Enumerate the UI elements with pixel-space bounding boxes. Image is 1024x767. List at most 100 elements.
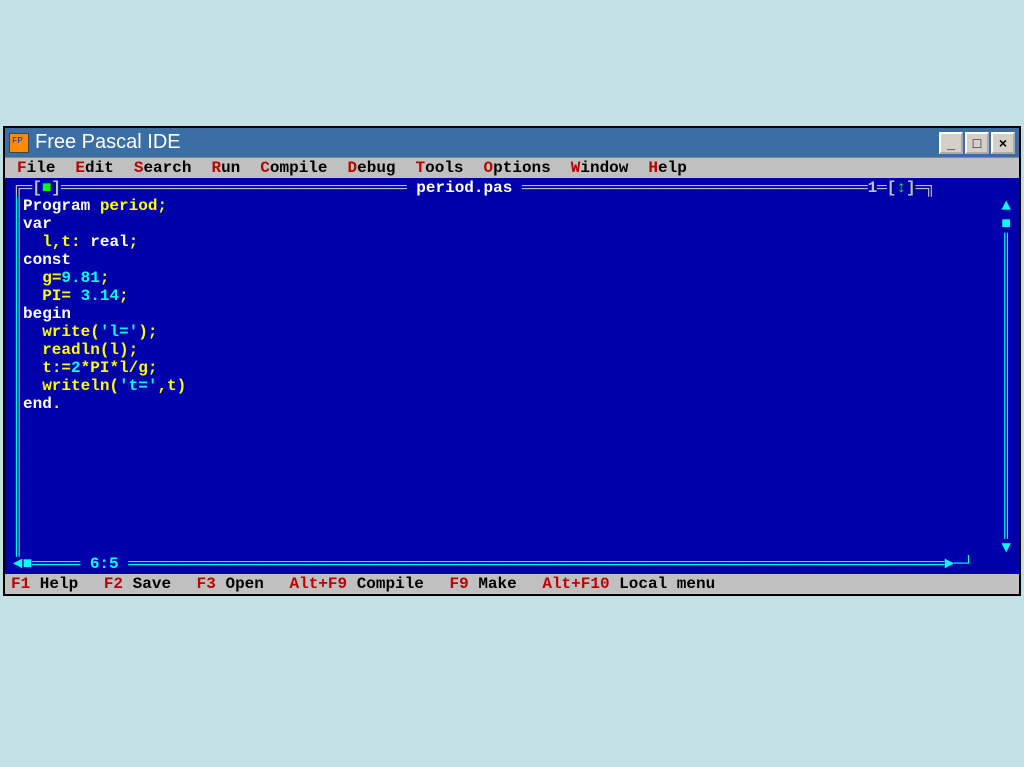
code-token-ident: g <box>138 359 148 377</box>
editor-frame: ╔═[■]═══════════════════════════════════… <box>5 178 1019 574</box>
scroll-left-icon[interactable]: ◄■ <box>13 555 32 573</box>
close-button[interactable]: × <box>991 132 1015 154</box>
status-label: Make <box>469 575 517 593</box>
status-label: Help <box>30 575 78 593</box>
menu-hotkey: O <box>484 159 494 177</box>
code-token-ident: l <box>119 359 129 377</box>
title-bar[interactable]: Free Pascal IDE _ □ × <box>5 128 1019 158</box>
code-token-punct: = <box>52 269 62 287</box>
editor-status-frame: ◄■═════ 6:5 ════════════════════════════… <box>13 555 1011 573</box>
menu-item-options[interactable]: Options <box>474 159 561 177</box>
code-token-punct: ; <box>129 233 139 251</box>
menu-item-help[interactable]: Help <box>638 159 696 177</box>
maximize-button[interactable]: □ <box>965 132 989 154</box>
code-token-kw: end <box>23 395 52 413</box>
code-token-punct: ) <box>177 377 187 395</box>
scroll-right-icon[interactable]: ►─┘ <box>944 555 973 573</box>
menu-label-rest: ile <box>27 159 56 177</box>
cursor-position: 6:5 <box>90 555 119 573</box>
status-shortcut-f1[interactable]: F1 Help <box>7 575 82 593</box>
menu-hotkey: S <box>134 159 144 177</box>
editor-title-frame: ╔═[■]═══════════════════════════════════… <box>13 179 1011 197</box>
status-shortcut-f2[interactable]: F2 Save <box>100 575 175 593</box>
window-controls: _ □ × <box>939 132 1015 154</box>
code-token-ident: PI <box>23 287 61 305</box>
code-line[interactable]: writeln('t=',t) <box>23 377 1001 395</box>
code-line[interactable]: end. <box>23 395 1001 413</box>
status-bar: F1 Help F2 Save F3 Open Alt+F9 Compile F… <box>5 574 1019 594</box>
code-line[interactable]: g=9.81; <box>23 269 1001 287</box>
code-token-ident: t <box>61 233 71 251</box>
app-window: Free Pascal IDE _ □ × FileEditSearchRunC… <box>3 126 1021 596</box>
code-token-kw: var <box>23 215 52 233</box>
code-token-punct: . <box>52 395 62 413</box>
status-label: Save <box>123 575 171 593</box>
close-marker-icon[interactable]: ■ <box>42 179 52 197</box>
status-key: F1 <box>11 575 30 593</box>
code-line[interactable]: readln(l); <box>23 341 1001 359</box>
code-token-punct: = <box>61 287 80 305</box>
menu-item-edit[interactable]: Edit <box>65 159 123 177</box>
code-token-punct: ; <box>148 359 158 377</box>
code-token-punct: ); <box>119 341 138 359</box>
code-token-ident: l <box>109 341 119 359</box>
status-label: Local menu <box>610 575 716 593</box>
code-line[interactable]: l,t: real; <box>23 233 1001 251</box>
status-label: Compile <box>347 575 424 593</box>
code-line[interactable]: write('l='); <box>23 323 1001 341</box>
code-token-kw: real <box>90 233 128 251</box>
code-token-num: 2 <box>71 359 81 377</box>
code-editor[interactable]: Program period;var l,t: real;const g=9.8… <box>23 197 1001 555</box>
code-token-kw: begin <box>23 305 71 323</box>
minimize-button[interactable]: _ <box>939 132 963 154</box>
code-token-ident: write <box>23 323 90 341</box>
code-token-punct: ( <box>90 323 100 341</box>
code-token-ident: writeln <box>23 377 109 395</box>
frame-left-border: ║║║║║║║║║║║║║║║║║║║║ <box>13 197 23 556</box>
code-line[interactable]: PI= 3.14; <box>23 287 1001 305</box>
menu-item-run[interactable]: Run <box>201 159 250 177</box>
code-token-punct: ( <box>109 377 119 395</box>
status-shortcut-alt-f9[interactable]: Alt+F9 Compile <box>285 575 427 593</box>
code-token-kw: Program <box>23 197 100 215</box>
status-label: Open <box>216 575 264 593</box>
menu-hotkey: C <box>260 159 270 177</box>
code-line[interactable]: begin <box>23 305 1001 323</box>
menu-label-rest: ptions <box>493 159 551 177</box>
menu-item-tools[interactable]: Tools <box>406 159 474 177</box>
status-key: F9 <box>450 575 469 593</box>
editor-scrollbar-vertical[interactable]: ▲■║║║║║║║║║║║║║║║║║▼ <box>1001 197 1011 556</box>
menu-label-rest: elp <box>658 159 687 177</box>
status-shortcut-f3[interactable]: F3 Open <box>193 575 268 593</box>
code-token-ident: readln <box>23 341 100 359</box>
code-token-punct: * <box>81 359 91 377</box>
menu-item-search[interactable]: Search <box>124 159 202 177</box>
maximize-marker-icon[interactable]: ↕ <box>896 179 906 197</box>
menu-label-rest: ebug <box>357 159 395 177</box>
menu-label-rest: dit <box>85 159 114 177</box>
menu-label-rest: un <box>221 159 240 177</box>
menu-label-rest: ompile <box>270 159 328 177</box>
code-line[interactable]: t:=2*PI*l/g; <box>23 359 1001 377</box>
menu-label-rest: ools <box>425 159 463 177</box>
code-token-num: 3.14 <box>81 287 119 305</box>
menu-item-compile[interactable]: Compile <box>250 159 337 177</box>
menu-item-file[interactable]: File <box>7 159 65 177</box>
editor-window-number: 1 <box>868 179 878 197</box>
status-shortcut-f9[interactable]: F9 Make <box>446 575 521 593</box>
code-line[interactable]: var <box>23 215 1001 233</box>
code-token-punct: ); <box>138 323 157 341</box>
status-key: F3 <box>197 575 216 593</box>
menu-item-debug[interactable]: Debug <box>338 159 406 177</box>
code-line[interactable]: Program period; <box>23 197 1001 215</box>
code-token-str: 't=' <box>119 377 157 395</box>
menu-hotkey: F <box>17 159 27 177</box>
status-shortcut-alt-f10[interactable]: Alt+F10 Local menu <box>538 575 719 593</box>
editor-filename: period.pas <box>416 179 512 197</box>
code-token-punct: , <box>52 233 62 251</box>
code-token-ident: period <box>100 197 158 215</box>
menu-item-window[interactable]: Window <box>561 159 639 177</box>
code-line[interactable]: const <box>23 251 1001 269</box>
menu-hotkey: H <box>648 159 658 177</box>
code-token-punct: * <box>109 359 119 377</box>
